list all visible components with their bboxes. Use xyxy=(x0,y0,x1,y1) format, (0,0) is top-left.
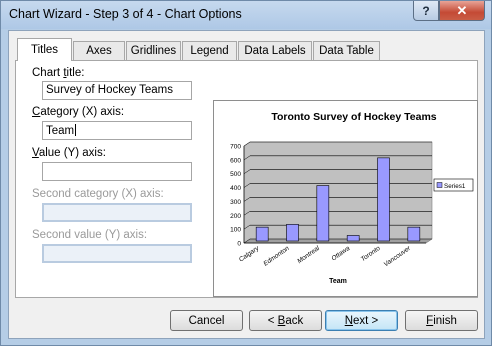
category-axis-input[interactable]: Team xyxy=(42,121,192,140)
chart-title-label: Chart title: xyxy=(32,67,85,79)
finish-button[interactable]: Finish xyxy=(405,310,478,331)
finish-label: Finish xyxy=(426,314,457,327)
back-label: < Back xyxy=(267,314,304,327)
chart-title-input[interactable]: Survey of Hockey Teams xyxy=(42,81,192,100)
text-cursor xyxy=(75,124,77,136)
next-label: Next > xyxy=(344,314,379,327)
x-axis-label: Team xyxy=(329,278,347,285)
tab-axes[interactable]: Axes xyxy=(73,41,125,60)
tab-label: Axes xyxy=(86,45,112,57)
second-category-axis-label: Second category (X) axis: xyxy=(32,188,164,200)
second-category-axis-input xyxy=(42,203,192,222)
close-icon: ✕ xyxy=(456,2,468,18)
y-tick-label: 500 xyxy=(230,171,241,178)
y-tick-label: 0 xyxy=(237,241,241,248)
tab-label: Data Table xyxy=(319,45,374,57)
y-tick-label: 600 xyxy=(230,157,241,164)
plot-floor xyxy=(243,238,433,244)
bar xyxy=(255,226,269,242)
x-tick-label: Vancouver xyxy=(383,244,413,268)
tab-label: Legend xyxy=(190,45,229,57)
bar xyxy=(316,185,330,242)
close-button[interactable]: ✕ xyxy=(439,1,485,21)
tab-titles[interactable]: Titles xyxy=(17,38,72,61)
help-icon: ? xyxy=(422,3,430,18)
plot-area xyxy=(243,141,433,244)
titles-panel: Chart title: Survey of Hockey Teams Cate… xyxy=(15,60,478,298)
tab-label: Gridlines xyxy=(130,45,177,57)
tab-legend[interactable]: Legend xyxy=(182,41,237,60)
back-button[interactable]: < Back xyxy=(249,310,322,331)
tab-label: Data Labels xyxy=(244,45,306,57)
cancel-label: Cancel xyxy=(188,314,225,327)
window-title: Chart Wizard - Step 3 of 4 - Chart Optio… xyxy=(9,7,242,21)
y-tick-label: 100 xyxy=(230,227,241,234)
x-tick-label: Calgary xyxy=(238,244,261,263)
legend-label: Series1 xyxy=(444,183,466,190)
bar xyxy=(377,157,390,242)
tab-label: Titles xyxy=(30,44,59,56)
bar xyxy=(346,235,360,242)
x-tick-label: Ottawa xyxy=(330,245,351,263)
category-axis-label: Category (X) axis: xyxy=(32,106,125,118)
tab-data-table[interactable]: Data Table xyxy=(313,41,380,60)
y-tick-label: 200 xyxy=(230,213,241,220)
title-bar[interactable]: Chart Wizard - Step 3 of 4 - Chart Optio… xyxy=(1,1,491,29)
legend-swatch xyxy=(436,182,443,188)
second-value-axis-input xyxy=(42,244,192,263)
chart-svg: Toronto Survey of Hockey Teams 0 100 200 300… xyxy=(230,111,474,285)
dialog-body: Titles Axes Gridlines Legend Data Labels… xyxy=(8,30,485,339)
value-axis-label: Value (Y) axis: xyxy=(32,147,106,159)
chart-preview: Toronto Survey of Hockey Teams 0 100 200 300… xyxy=(213,100,478,297)
value-axis-input[interactable] xyxy=(42,162,192,181)
x-tick-label: Montreal xyxy=(296,245,321,266)
y-tick-label: 300 xyxy=(230,199,241,206)
bar xyxy=(407,226,421,242)
x-tick-label: Toronto xyxy=(360,245,382,263)
tab-data-labels[interactable]: Data Labels xyxy=(238,41,312,60)
tab-gridlines[interactable]: Gridlines xyxy=(126,41,181,60)
chart-wizard-window: Chart Wizard - Step 3 of 4 - Chart Optio… xyxy=(0,0,492,346)
y-tick-label: 400 xyxy=(230,185,241,192)
chart-title: Toronto Survey of Hockey Teams xyxy=(271,111,436,123)
second-value-axis-label: Second value (Y) axis: xyxy=(32,229,148,241)
next-button[interactable]: Next > xyxy=(325,310,398,331)
x-tick-label: Edmonton xyxy=(262,245,291,268)
cancel-button[interactable]: Cancel xyxy=(170,310,243,331)
help-button[interactable]: ? xyxy=(413,1,439,21)
y-tick-label: 700 xyxy=(230,144,241,151)
bar xyxy=(286,224,299,242)
